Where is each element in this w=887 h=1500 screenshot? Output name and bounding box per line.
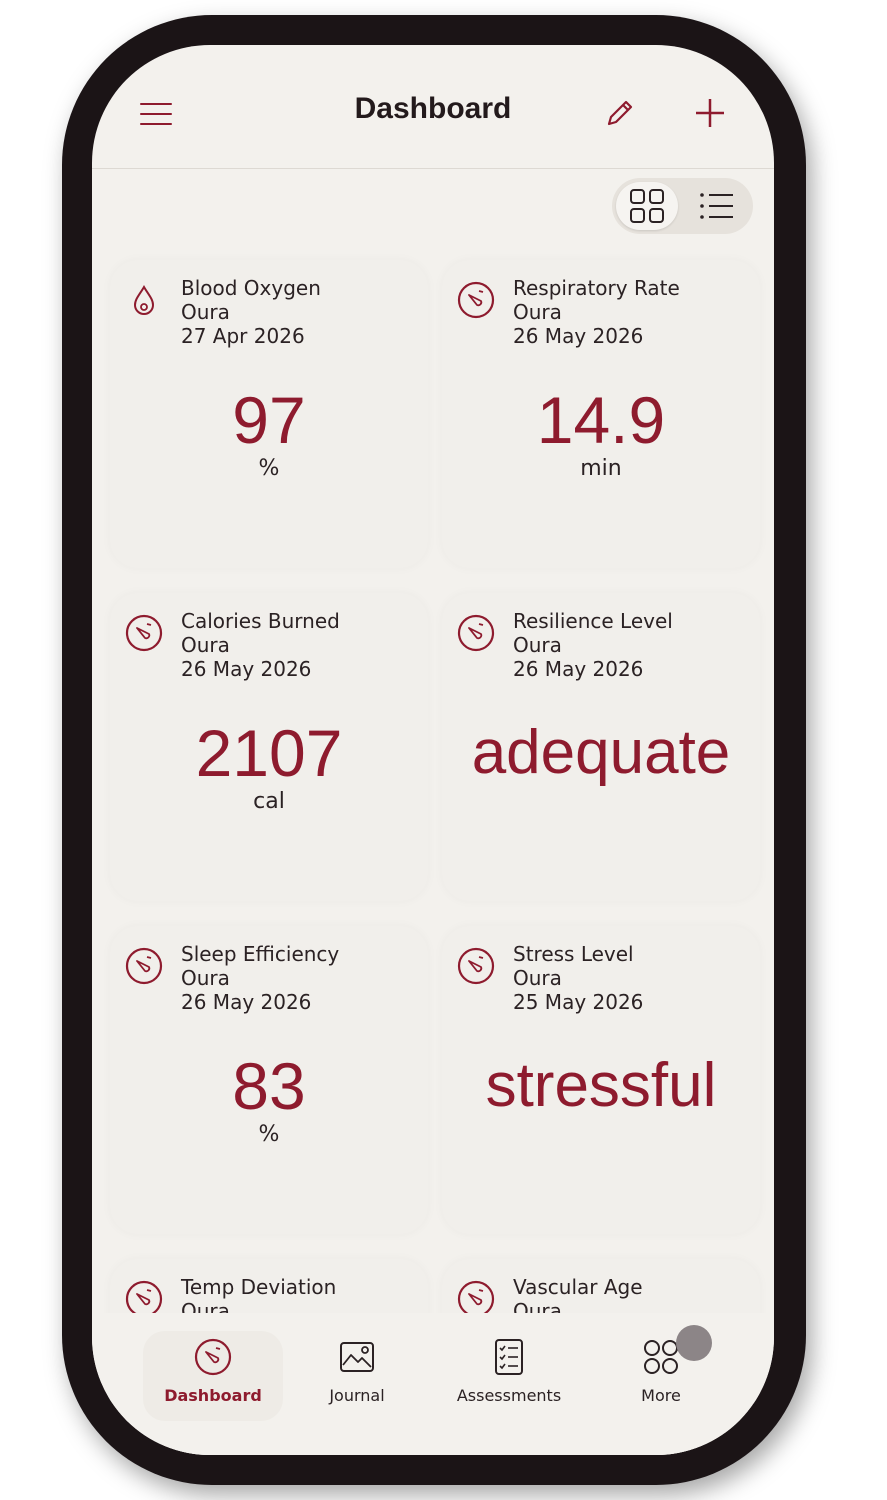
- list-view-button[interactable]: [690, 182, 746, 230]
- metric-date: 26 May 2026: [181, 990, 312, 1014]
- metric-value: 97: [232, 383, 306, 457]
- metric-value: stressful: [485, 1051, 717, 1120]
- metric-date: 25 May 2026: [513, 990, 644, 1014]
- view-toggle: [612, 178, 753, 234]
- nav-journal[interactable]: Journal: [287, 1331, 427, 1421]
- nav-assessments[interactable]: Assessments: [439, 1331, 579, 1421]
- metric-name: Blood Oxygen: [181, 276, 321, 300]
- edit-button[interactable]: [604, 97, 636, 129]
- metric-date: 26 May 2026: [181, 657, 312, 681]
- metric-card-sleep-efficiency[interactable]: Sleep Efficiency Oura 26 May 2026 83 %: [110, 926, 428, 1234]
- add-button[interactable]: [694, 97, 726, 129]
- metric-name: Sleep Efficiency: [181, 942, 340, 966]
- metric-source: Oura: [181, 300, 230, 324]
- nav-label: More: [641, 1386, 681, 1405]
- nav-dashboard[interactable]: Dashboard: [143, 1331, 283, 1421]
- metric-source: Oura: [513, 633, 562, 657]
- grid-view-icon: [630, 189, 664, 223]
- metric-name: Respiratory Rate: [513, 276, 680, 300]
- metric-source: Oura: [181, 633, 230, 657]
- metric-value: 14.9: [536, 383, 666, 457]
- metric-name: Stress Level: [513, 942, 634, 966]
- nav-label: Journal: [329, 1386, 385, 1405]
- metric-card-calories-burned[interactable]: Calories Burned Oura 26 May 2026 2107 ca…: [110, 593, 428, 901]
- metric-unit: cal: [253, 789, 285, 814]
- grid-circles-icon: [644, 1340, 678, 1374]
- metric-card-blood-oxygen[interactable]: Blood Oxygen Oura 27 Apr 2026 97 %: [110, 260, 428, 568]
- checklist-icon: [495, 1339, 523, 1375]
- drop-icon: [133, 284, 155, 315]
- metric-source: Oura: [513, 966, 562, 990]
- metric-card-stress-level[interactable]: Stress Level Oura 25 May 2026 stressful: [442, 926, 760, 1234]
- metric-value: adequate: [471, 718, 731, 787]
- metric-name: Calories Burned: [181, 609, 340, 633]
- metric-value: 83: [232, 1049, 306, 1123]
- metric-name: Vascular Age: [513, 1275, 643, 1299]
- metric-unit: min: [580, 456, 622, 481]
- metric-date: 26 May 2026: [513, 324, 644, 348]
- touch-indicator: [676, 1325, 712, 1361]
- metric-name: Temp Deviation: [181, 1275, 337, 1299]
- list-view-icon: [700, 193, 733, 219]
- gauge-icon: [457, 614, 495, 652]
- bottom-nav: Dashboard Journal Assessments More: [92, 1313, 774, 1455]
- app-screen: Dashboard Blood Oxygen Oura 27 Apr 2026 …: [92, 45, 774, 1455]
- metric-unit: %: [258, 456, 280, 481]
- grid-view-button[interactable]: [616, 182, 678, 230]
- gauge-icon: [125, 614, 163, 652]
- metric-value: 2107: [195, 716, 343, 790]
- gauge-icon: [194, 1338, 232, 1376]
- metric-card-respiratory-rate[interactable]: Respiratory Rate Oura 26 May 2026 14.9 m…: [442, 260, 760, 568]
- gauge-icon: [125, 947, 163, 985]
- gauge-icon: [457, 281, 495, 319]
- nav-label: Dashboard: [164, 1386, 262, 1405]
- image-icon: [340, 1342, 374, 1372]
- nav-label: Assessments: [456, 1386, 562, 1405]
- gauge-icon: [457, 947, 495, 985]
- metric-date: 27 Apr 2026: [181, 324, 305, 348]
- metric-source: Oura: [513, 300, 562, 324]
- metric-date: 26 May 2026: [513, 657, 644, 681]
- pencil-icon: [607, 100, 633, 126]
- metric-name: Resilience Level: [513, 609, 673, 633]
- top-bar: Dashboard: [92, 45, 774, 169]
- metric-unit: %: [258, 1122, 280, 1147]
- page-title: Dashboard: [354, 92, 512, 125]
- plus-icon: [696, 99, 724, 127]
- metric-source: Oura: [181, 966, 230, 990]
- metric-card-resilience-level[interactable]: Resilience Level Oura 26 May 2026 adequa…: [442, 593, 760, 901]
